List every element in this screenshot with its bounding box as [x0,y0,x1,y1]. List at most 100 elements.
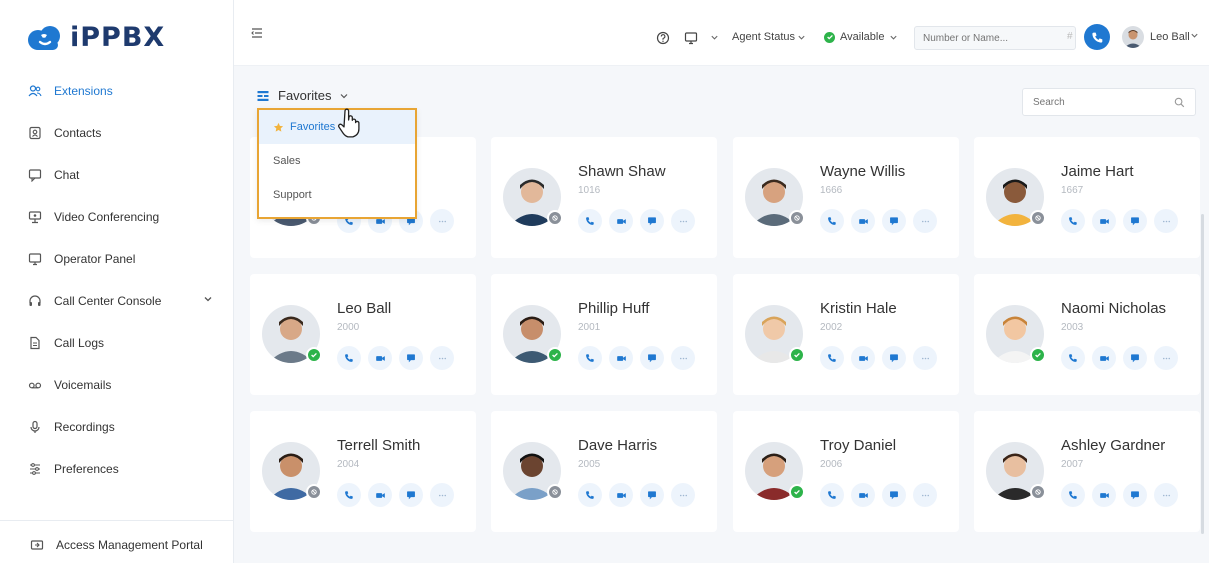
sidebar-item-preferences[interactable]: Preferences [0,448,233,490]
video-button[interactable] [1092,209,1116,233]
topbar: Agent Status Available # Leo Ball [234,0,1209,66]
sidebar-item-operator-panel[interactable]: Operator Panel [0,238,233,280]
contact-name: Ashley Gardner [1061,437,1166,454]
sidebar-item-recordings[interactable]: Recordings [0,406,233,448]
video-button[interactable] [609,346,633,370]
phone-icon [344,353,354,363]
monitor-icon[interactable] [684,31,698,45]
more-button[interactable] [1154,209,1178,233]
more-button[interactable] [1154,346,1178,370]
chat-button[interactable] [882,209,906,233]
avatar[interactable] [1122,26,1144,48]
chat-button[interactable] [399,483,423,507]
offline-status-icon [547,484,563,500]
contact-card[interactable]: Wayne Willis 1666 [733,137,959,258]
call-button[interactable] [1084,24,1110,50]
offline-status-icon [789,210,805,226]
contact-card[interactable]: Ashley Gardner 2007 [974,411,1200,532]
dropdown-item-support[interactable]: Support [259,178,415,212]
more-button[interactable] [671,346,695,370]
more-button[interactable] [671,209,695,233]
more-button[interactable] [913,483,937,507]
user-name: Leo Ball [1150,31,1190,43]
voicemail-icon [28,382,42,389]
contact-card[interactable]: Kristin Hale 2002 [733,274,959,395]
chat-button[interactable] [882,346,906,370]
chat-button[interactable] [399,346,423,370]
sidebar-item-contacts[interactable]: Contacts [0,112,233,154]
agent-status-dropdown[interactable]: Agent Status [732,31,806,43]
sidebar-item-extensions[interactable]: Extensions [0,70,233,112]
contact-name: Leo Ball [337,300,392,317]
video-button[interactable] [851,483,875,507]
more-button[interactable] [913,346,937,370]
dropdown-item-sales[interactable]: Sales [259,144,415,178]
more-button[interactable] [671,483,695,507]
chevron-down-icon[interactable] [203,294,213,304]
phone-button[interactable] [337,483,361,507]
chat-button[interactable] [1123,483,1147,507]
phone-button[interactable] [1061,483,1085,507]
chat-button[interactable] [1123,209,1147,233]
phone-button[interactable] [578,483,602,507]
sidebar-item-video-conferencing[interactable]: Video Conferencing [0,196,233,238]
sidebar-item-chat[interactable]: Chat [0,154,233,196]
chat-button[interactable] [640,209,664,233]
contact-card[interactable]: Leo Ball 2000 [250,274,476,395]
search-input[interactable] [1033,96,1163,108]
search-box[interactable] [1022,88,1196,116]
help-icon[interactable] [656,31,670,45]
user-menu[interactable]: Leo Ball [1150,31,1199,43]
phone-button[interactable] [820,209,844,233]
scrollbar[interactable] [1201,214,1204,534]
dial-number-input[interactable] [914,26,1076,50]
more-button[interactable] [913,209,937,233]
chevron-down-icon[interactable] [710,33,719,42]
contact-card[interactable]: Troy Daniel 2006 [733,411,959,532]
sliders-icon [30,463,40,475]
hash-key[interactable]: # [1067,31,1073,42]
group-filter-dropdown[interactable]: Favorites [256,88,349,103]
sidebar-item-call-logs[interactable]: Call Logs [0,322,233,364]
contact-card[interactable]: Naomi Nicholas 2003 [974,274,1200,395]
logo[interactable]: iPPBX [26,22,165,53]
video-button[interactable] [609,483,633,507]
contact-card[interactable]: Shawn Shaw 1016 [491,137,717,258]
phone-button[interactable] [578,346,602,370]
chat-button[interactable] [640,346,664,370]
menu-toggle-icon[interactable] [250,26,264,40]
video-button[interactable] [851,209,875,233]
phone-button[interactable] [820,483,844,507]
access-management-portal-link[interactable]: Access Management Portal [0,528,233,562]
more-button[interactable] [1154,483,1178,507]
availability-dropdown[interactable]: Available [824,31,898,43]
search-icon[interactable] [1174,97,1185,108]
users-icon [28,85,42,97]
chat-button[interactable] [640,483,664,507]
phone-button[interactable] [1061,209,1085,233]
phone-button[interactable] [578,209,602,233]
more-button[interactable] [430,346,454,370]
video-button[interactable] [609,209,633,233]
dropdown-item-label: Sales [273,155,301,167]
chat-button[interactable] [882,483,906,507]
video-button[interactable] [1092,346,1116,370]
contact-card[interactable]: Terrell Smith 2004 [250,411,476,532]
video-button[interactable] [851,346,875,370]
contact-card[interactable]: Phillip Huff 2001 [491,274,717,395]
sidebar-item-voicemails[interactable]: Voicemails [0,364,233,406]
phone-button[interactable] [820,346,844,370]
chat-button[interactable] [1123,346,1147,370]
video-button[interactable] [368,346,392,370]
phone-button[interactable] [337,346,361,370]
video-button[interactable] [1092,483,1116,507]
video-icon [858,490,869,501]
phone-button[interactable] [1061,346,1085,370]
more-button[interactable] [430,209,454,233]
video-button[interactable] [368,483,392,507]
more-button[interactable] [430,483,454,507]
contact-card[interactable]: Jaime Hart 1667 [974,137,1200,258]
sidebar-item-call-center-console[interactable]: Call Center Console [0,280,233,322]
contact-card[interactable]: Dave Harris 2005 [491,411,717,532]
contact-extension: 2004 [337,459,360,470]
